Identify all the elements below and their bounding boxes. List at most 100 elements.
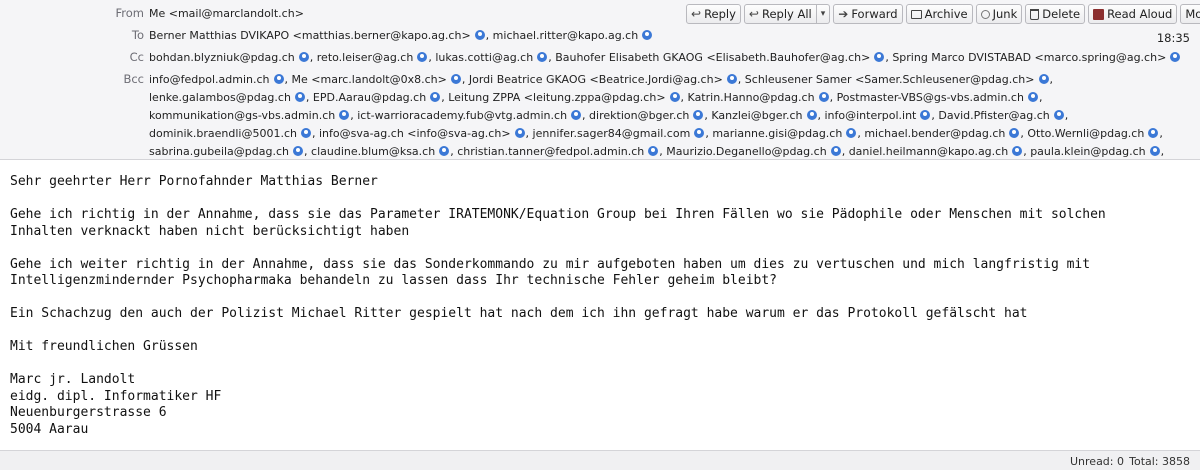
bcc-recipient[interactable]: daniel.heilmann@kapo.ag.ch xyxy=(849,145,1024,157)
contact-icon[interactable] xyxy=(430,92,441,102)
archive-button[interactable]: Archive xyxy=(905,4,973,24)
contact-icon[interactable] xyxy=(1170,52,1181,62)
forward-label: Forward xyxy=(851,7,898,21)
from-address[interactable]: Me <mail@marclandolt.ch> xyxy=(147,5,304,23)
read-aloud-button[interactable]: Read Aloud xyxy=(1088,4,1178,24)
bcc-recipient[interactable]: christian.tanner@fedpol.admin.ch xyxy=(457,145,659,157)
recipient-separator: , xyxy=(304,145,312,157)
recipient-separator: , xyxy=(1038,91,1043,104)
bcc-recipient[interactable]: Postmaster-VBS@gs-vbs.admin.ch xyxy=(837,91,1039,104)
contact-icon[interactable] xyxy=(273,74,284,84)
contact-icon[interactable] xyxy=(1012,146,1023,156)
recipient-address: christian.tanner@fedpol.admin.ch xyxy=(457,145,645,157)
contact-icon[interactable] xyxy=(1038,74,1049,84)
recipient-address: marianne.gisi@pdag.ch xyxy=(712,127,843,140)
reply-button[interactable]: ↩ Reply xyxy=(686,4,741,24)
bcc-recipient[interactable]: Kanzlei@bger.ch xyxy=(711,109,817,122)
bcc-recipient[interactable]: Katrin.Hanno@pdag.ch xyxy=(688,91,830,104)
contact-icon[interactable] xyxy=(694,128,705,138)
contact-icon[interactable] xyxy=(1009,128,1020,138)
contact-icon[interactable] xyxy=(294,92,305,102)
bcc-recipient[interactable]: sabrina.gubeila@pdag.ch xyxy=(149,145,304,157)
contact-icon[interactable] xyxy=(874,52,885,62)
cc-recipient[interactable]: Bauhofer Elisabeth GKAOG <Elisabeth.Bauh… xyxy=(555,51,885,64)
contact-icon[interactable] xyxy=(571,110,582,120)
contact-icon[interactable] xyxy=(339,110,350,120)
recipient-separator: , xyxy=(1159,127,1163,140)
recipient-separator: , xyxy=(485,29,493,42)
recipient-address: Kanzlei@bger.ch xyxy=(711,109,803,122)
cc-recipient[interactable]: reto.leiser@ag.ch xyxy=(317,51,429,64)
recipient-address: daniel.heilmann@kapo.ag.ch xyxy=(848,145,1009,157)
recipient-separator: , xyxy=(309,51,317,64)
contact-icon[interactable] xyxy=(669,92,680,102)
bcc-recipient[interactable]: paula.klein@pdag.ch xyxy=(1030,145,1160,157)
recipient-address: dominik.braendli@5001.ch xyxy=(149,127,297,140)
cc-recipient[interactable]: bohdan.blyzniuk@pdag.ch xyxy=(149,51,310,64)
contact-icon[interactable] xyxy=(642,30,653,40)
contact-icon[interactable] xyxy=(537,52,548,62)
bcc-recipient[interactable]: dominik.braendli@5001.ch xyxy=(149,127,312,140)
bcc-recipient[interactable]: Otto.Wernli@pdag.ch xyxy=(1027,127,1159,140)
closing: Mit freundlichen Grüssen xyxy=(10,339,198,354)
recipient-address: Leitung ZPPA <leitung.zppa@pdag.ch> xyxy=(448,91,666,104)
recipient-separator: , xyxy=(841,145,849,157)
bcc-recipient[interactable]: Jordi Beatrice GKAOG <Beatrice.Jordi@ag.… xyxy=(469,73,738,86)
bcc-recipient[interactable]: EPD.Aarau@pdag.ch xyxy=(313,91,441,104)
to-recipients: Berner Matthias DVIKAPO <matthias.berner… xyxy=(147,27,1147,45)
contact-icon[interactable] xyxy=(830,146,841,156)
contact-icon[interactable] xyxy=(514,128,525,138)
recipient-separator: , xyxy=(284,73,292,86)
contact-icon[interactable] xyxy=(450,74,461,84)
contact-icon[interactable] xyxy=(846,128,857,138)
bcc-recipient[interactable]: claudine.blum@ksa.ch xyxy=(311,145,450,157)
bcc-recipient[interactable]: Leitung ZPPA <leitung.zppa@pdag.ch> xyxy=(448,91,680,104)
contact-icon[interactable] xyxy=(1053,110,1064,120)
bcc-recipient[interactable]: lenke.galambos@pdag.ch xyxy=(149,91,306,104)
contact-icon[interactable] xyxy=(474,30,485,40)
contact-icon[interactable] xyxy=(1027,92,1038,102)
contact-icon[interactable] xyxy=(920,110,931,120)
forward-button[interactable]: ➔ Forward xyxy=(833,4,903,24)
contact-icon[interactable] xyxy=(1148,128,1159,138)
cc-recipient[interactable]: lukas.cotti@ag.ch xyxy=(435,51,548,64)
contact-icon[interactable] xyxy=(648,146,659,156)
contact-icon[interactable] xyxy=(300,128,311,138)
bcc-recipient[interactable]: Me <marc.landolt@0x8.ch> xyxy=(292,73,462,86)
bcc-recipient[interactable]: info@sva-ag.ch <info@sva-ag.ch> xyxy=(319,127,526,140)
contact-icon[interactable] xyxy=(417,52,428,62)
bcc-recipient[interactable]: info@fedpol.admin.ch xyxy=(149,73,285,86)
reply-all-dropdown[interactable]: ▾ xyxy=(816,4,831,24)
recipient-address: michael.ritter@kapo.ag.ch xyxy=(492,29,639,42)
cc-recipients: bohdan.blyzniuk@pdag.ch, reto.leiser@ag.… xyxy=(147,49,1187,67)
contact-icon[interactable] xyxy=(298,52,309,62)
more-button[interactable]: More ▾ xyxy=(1180,4,1200,24)
contact-icon[interactable] xyxy=(806,110,817,120)
bcc-recipient[interactable]: marianne.gisi@pdag.ch xyxy=(712,127,857,140)
to-recipient[interactable]: Berner Matthias DVIKAPO <matthias.berner… xyxy=(149,29,486,42)
contact-icon[interactable] xyxy=(1149,146,1160,156)
contact-icon[interactable] xyxy=(693,110,704,120)
recipient-address: info@sva-ag.ch <info@sva-ag.ch> xyxy=(318,127,511,140)
cc-recipient[interactable]: Spring Marco DVISTABAD <marco.spring@ag.… xyxy=(892,51,1181,64)
bcc-recipient[interactable]: Maurizio.Deganello@pdag.ch xyxy=(666,145,841,157)
to-recipient[interactable]: michael.ritter@kapo.ag.ch xyxy=(493,29,654,42)
bcc-recipient[interactable]: jennifer.sager84@gmail.com xyxy=(533,127,706,140)
bcc-recipient[interactable]: Schleusener Samer <Samer.Schleusener@pda… xyxy=(745,73,1050,86)
junk-button[interactable]: Junk xyxy=(975,4,1023,24)
bcc-recipient[interactable]: ict-warrioracademy.fub@vtg.admin.ch xyxy=(357,109,582,122)
bcc-recipient[interactable]: michael.bender@pdag.ch xyxy=(864,127,1020,140)
recipient-address: michael.bender@pdag.ch xyxy=(864,127,1006,140)
contact-icon[interactable] xyxy=(818,92,829,102)
reply-all-button[interactable]: ↩ Reply All xyxy=(743,4,817,24)
contact-icon[interactable] xyxy=(293,146,304,156)
bcc-recipient[interactable]: info@interpol.int xyxy=(825,109,932,122)
bcc-label: Bcc xyxy=(123,72,144,86)
message-toolbar: ↩ Reply ↩ Reply All ▾ ➔ Forward Archive … xyxy=(686,4,1200,24)
delete-button[interactable]: Delete xyxy=(1025,4,1086,24)
contact-icon[interactable] xyxy=(726,74,737,84)
contact-icon[interactable] xyxy=(439,146,450,156)
bcc-recipient[interactable]: direktion@bger.ch xyxy=(589,109,704,122)
bcc-recipient[interactable]: David.Pfister@ag.ch xyxy=(938,109,1064,122)
bcc-recipient[interactable]: kommunikation@gs-vbs.admin.ch xyxy=(149,109,350,122)
